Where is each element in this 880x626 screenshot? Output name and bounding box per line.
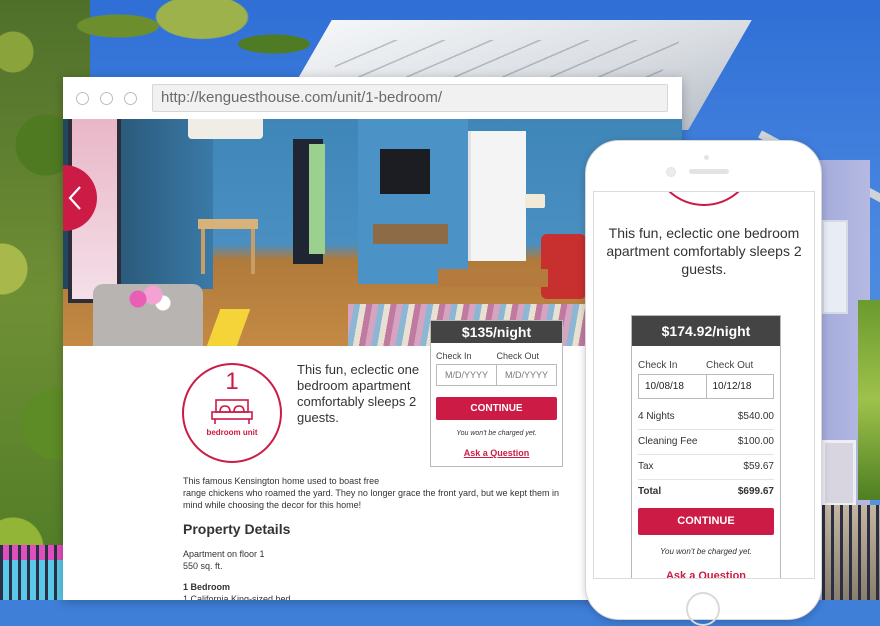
no-charge-note: You won't be charged yet. <box>456 430 537 437</box>
zoom-window-button[interactable] <box>124 92 137 105</box>
check-out-input[interactable]: 10/12/18 <box>705 375 774 398</box>
line-item-label: Tax <box>638 461 654 472</box>
photo-table-leg <box>201 229 205 274</box>
check-in-input[interactable]: M/D/YYYY <box>437 365 496 385</box>
price-breakdown: 4 Nights $540.00 Cleaning Fee $100.00 Ta… <box>638 405 774 504</box>
photo-partition-wall <box>358 119 468 284</box>
no-charge-note: You won't be charged yet. <box>660 547 752 556</box>
photo-ac-unit <box>188 119 263 139</box>
total-label: Total <box>638 486 662 497</box>
line-item-label: Cleaning Fee <box>638 436 698 447</box>
bed-icon <box>211 399 253 424</box>
property-details: Apartment on floor 1 550 sq. ft. 1 Bedro… <box>183 548 291 600</box>
booking-widget: $174.92/night Check In Check Out 10/08/1… <box>631 315 781 578</box>
line-item-amount: $59.67 <box>743 461 774 472</box>
continue-button[interactable]: CONTINUE <box>436 397 557 420</box>
browser-titlebar: http://kenguesthouse.com/unit/1-bedroom/ <box>63 77 682 120</box>
total-amount: $699.67 <box>737 486 774 497</box>
photo-dining-table <box>198 219 258 229</box>
bedroom-count-badge <box>652 192 756 206</box>
photo-door <box>468 131 526 261</box>
check-out-label: Check Out <box>496 351 540 361</box>
minimize-window-button[interactable] <box>100 92 113 105</box>
check-out-input[interactable]: M/D/YYYY <box>496 365 556 385</box>
ask-question-link[interactable]: Ask a Question <box>632 570 780 578</box>
fence <box>822 505 880 600</box>
description-line: This famous Kensington home used to boas… <box>183 476 380 486</box>
photo-lamp <box>525 194 545 208</box>
booking-widget: $135/night Check In Check Out M/D/YYYY M… <box>430 320 563 467</box>
photo-coffee-table <box>438 269 548 287</box>
check-in-label: Check In <box>638 360 678 371</box>
bedroom-count: 1 <box>225 368 239 395</box>
phone-mockup: This fun, eclectic one bedroom apartment… <box>585 140 822 626</box>
tree-canopy <box>70 0 310 80</box>
address-bar[interactable]: http://kenguesthouse.com/unit/1-bedroom/ <box>152 84 668 112</box>
close-window-button[interactable] <box>76 92 89 105</box>
property-details-heading: Property Details <box>183 521 291 537</box>
line-item: Tax $59.67 <box>638 455 774 480</box>
description-line: range chickens who roamed the yard. They… <box>183 488 560 510</box>
unit-description: This famous Kensington home used to boas… <box>183 475 563 511</box>
check-out-label: Check Out <box>706 360 754 371</box>
photo-tv <box>380 149 430 194</box>
check-in-label: Check In <box>436 351 472 361</box>
bedroom-count-badge: 1 bedroom unit <box>182 363 282 463</box>
phone-sensor <box>666 167 676 177</box>
home-button[interactable] <box>686 592 720 626</box>
bedroom-unit-label: bedroom unit <box>206 428 258 437</box>
front-camera <box>704 155 709 160</box>
house-window <box>822 220 848 314</box>
bedroom-heading: 1 Bedroom <box>183 582 231 592</box>
ask-question-link[interactable]: Ask a Question <box>431 448 562 458</box>
phone-speaker <box>689 169 729 174</box>
house-window <box>822 440 856 506</box>
line-item-label: 4 Nights <box>638 411 675 422</box>
phone-screen: This fun, eclectic one bedroom apartment… <box>593 191 815 579</box>
tree <box>858 300 880 500</box>
floor-info: Apartment on floor 1 <box>183 549 265 559</box>
line-item-amount: $100.00 <box>737 436 774 447</box>
photo-doorway-interior <box>309 144 325 254</box>
photo-sunlight <box>205 309 251 346</box>
fence <box>0 545 63 600</box>
line-item: 4 Nights $540.00 <box>638 405 774 430</box>
unit-intro: This fun, eclectic one bedroom apartment… <box>297 362 420 425</box>
unit-intro: This fun, eclectic one bedroom apartment… <box>606 225 802 277</box>
size-info: 550 sq. ft. <box>183 561 223 571</box>
photo-armchair <box>541 234 586 299</box>
total-row: Total $699.67 <box>638 480 774 504</box>
chevron-left-icon <box>68 186 81 210</box>
nightly-price: $174.92/night <box>632 316 780 346</box>
bed-info: 1 California King-sized bed <box>183 594 291 600</box>
continue-button[interactable]: CONTINUE <box>638 508 774 535</box>
photo-console-table <box>373 224 448 244</box>
check-in-input[interactable]: 10/08/18 <box>639 375 706 398</box>
nightly-price: $135/night <box>431 321 562 343</box>
photo-flowers <box>123 279 173 319</box>
line-item: Cleaning Fee $100.00 <box>638 430 774 455</box>
line-item-amount: $540.00 <box>737 411 774 422</box>
photo-table-leg <box>251 229 255 274</box>
